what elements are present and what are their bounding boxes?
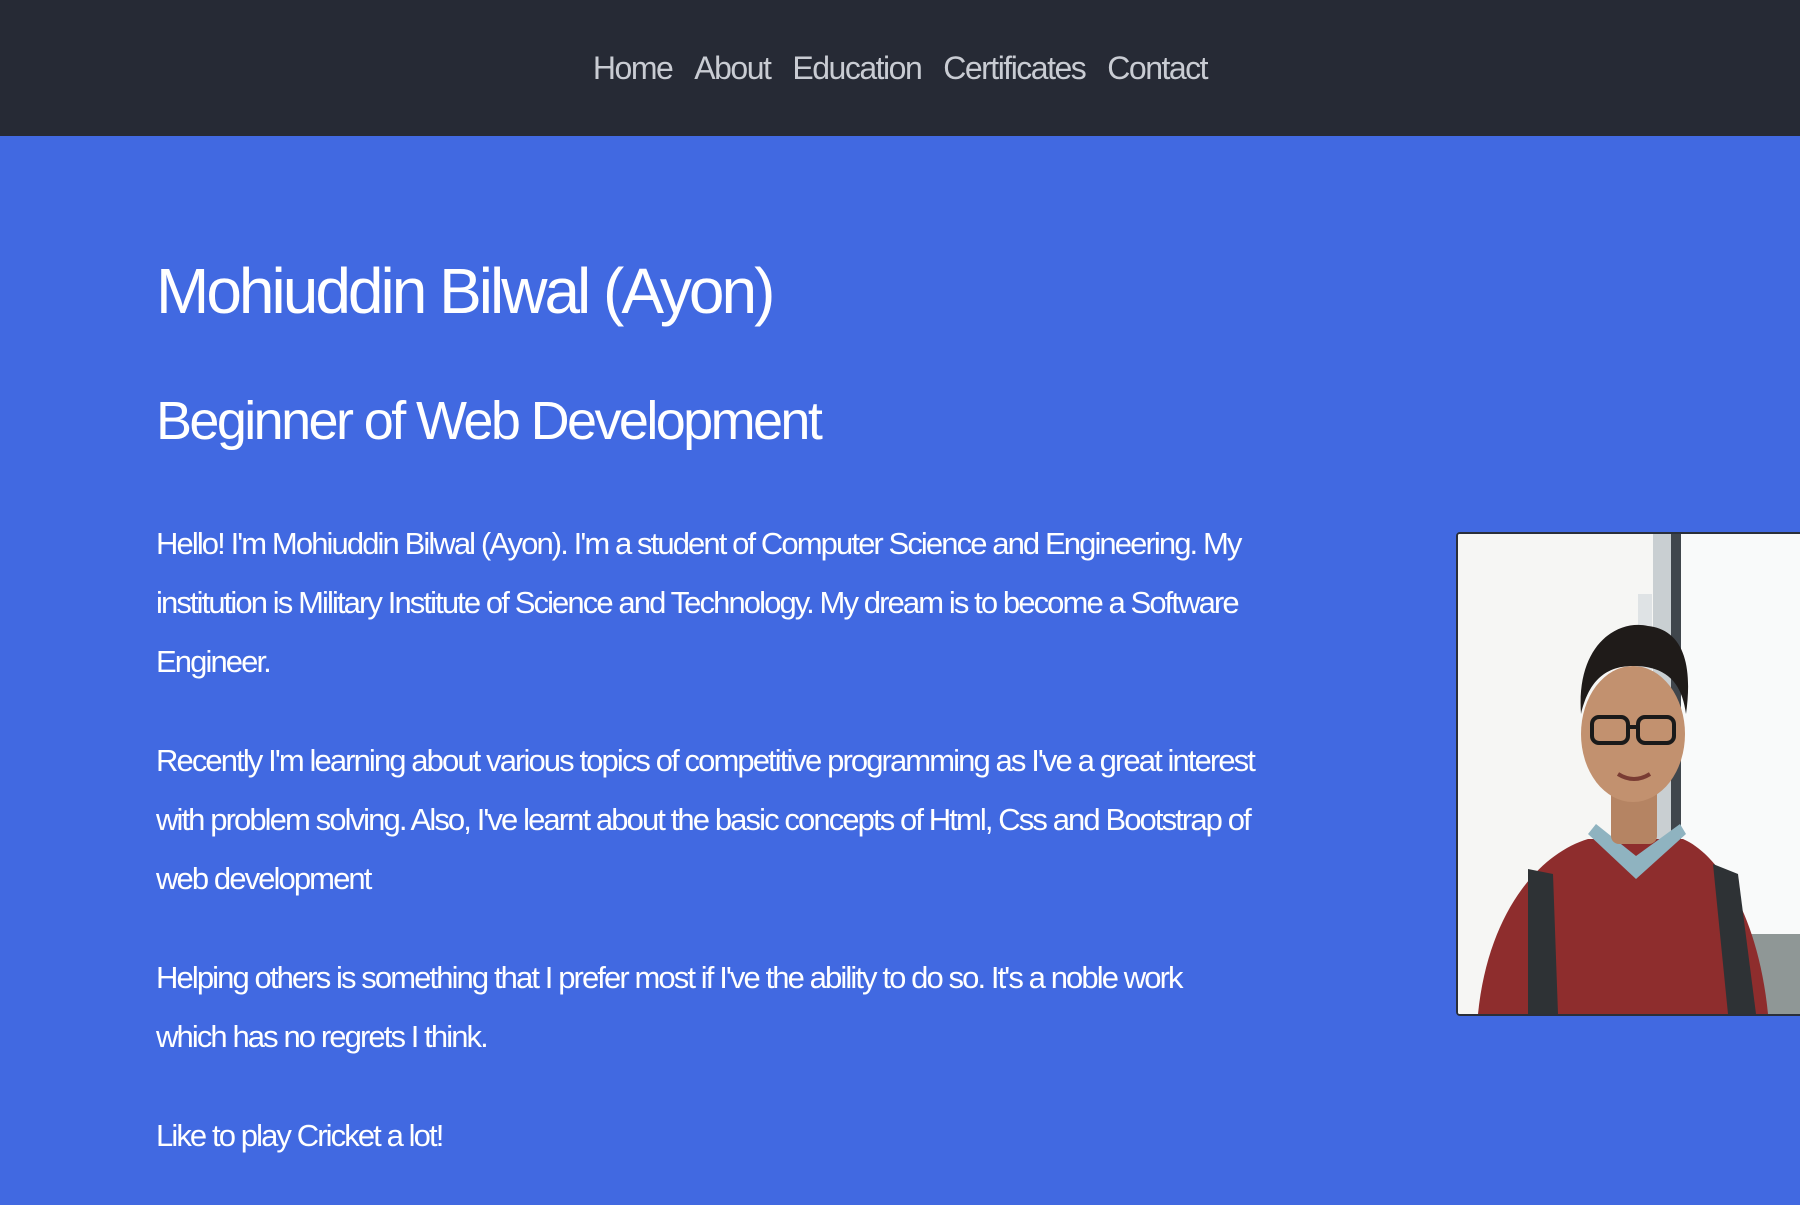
- top-navbar: Home About Education Certificates Contac…: [0, 0, 1800, 136]
- nav-link-contact[interactable]: Contact: [1107, 50, 1208, 86]
- nav-link-education[interactable]: Education: [792, 50, 922, 86]
- nav-item-education: Education: [792, 50, 922, 86]
- bio-text: Hello! I'm Mohiuddin Bilwal (Ayon). I'm …: [156, 514, 1256, 1205]
- nav-menu: Home About Education Certificates Contac…: [593, 50, 1209, 86]
- nav-link-certificates[interactable]: Certificates: [943, 50, 1087, 86]
- page-subtitle: Beginner of Web Development: [156, 391, 823, 451]
- nav-item-home: Home: [593, 50, 674, 86]
- nav-item-contact: Contact: [1107, 50, 1208, 86]
- profile-photo-illustration: [1458, 534, 1800, 1014]
- nav-link-about[interactable]: About: [694, 50, 772, 86]
- nav-item-certificates: Certificates: [943, 50, 1087, 86]
- page-title: Mohiuddin Bilwal (Ayon): [156, 255, 775, 327]
- bio-paragraph-1: Hello! I'm Mohiuddin Bilwal (Ayon). I'm …: [156, 526, 1242, 679]
- bio-paragraph-2: Recently I'm learning about various topi…: [156, 743, 1256, 896]
- bio-paragraph-4: Like to play Cricket a lot!: [156, 1118, 444, 1153]
- profile-photo: [1456, 532, 1800, 1016]
- bio-paragraph-3: Helping others is something that I prefe…: [156, 960, 1184, 1054]
- nav-item-about: About: [694, 50, 772, 86]
- nav-link-home[interactable]: Home: [593, 50, 674, 86]
